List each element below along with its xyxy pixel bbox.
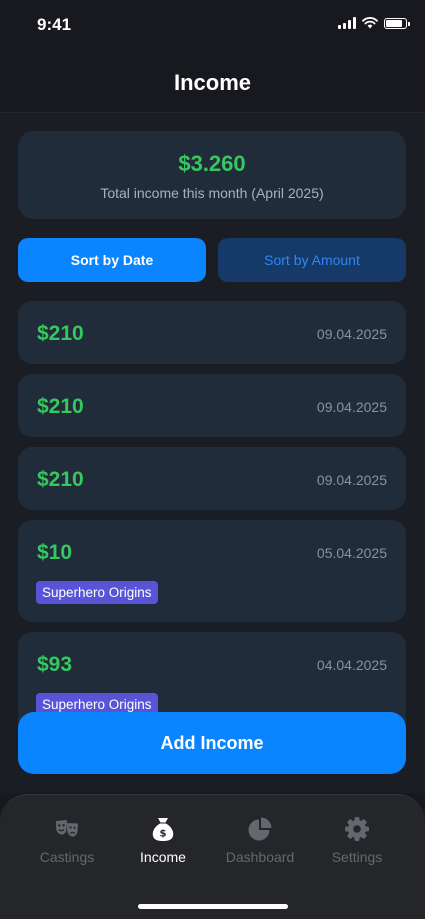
pie-chart-icon [248, 817, 272, 841]
theater-masks-icon [56, 820, 78, 837]
total-income-amount: $3.260 [178, 151, 246, 176]
monthly-summary-card: $3.260 Total income this month (April 20… [18, 131, 406, 219]
sort-controls: Sort by Date Sort by Amount [18, 238, 406, 282]
income-list-item[interactable]: $10 05.04.2025 Superhero Origins [18, 520, 406, 622]
income-amount: $210 [37, 395, 84, 418]
status-time: 9:41 [37, 15, 72, 34]
casting-tag: Superhero Origins [36, 581, 158, 604]
tab-label: Castings [39, 849, 95, 865]
status-icons [338, 17, 410, 29]
nav-header: Income [0, 52, 425, 113]
svg-text:$: $ [160, 829, 167, 840]
page-title: Income [173, 70, 252, 95]
income-list-item[interactable]: $210 09.04.2025 [18, 447, 406, 510]
income-date: 04.04.2025 [316, 657, 387, 673]
add-income-button[interactable]: Add Income [18, 712, 406, 774]
income-amount: $10 [37, 541, 73, 564]
tab-label: Income [140, 849, 186, 865]
income-list: $210 09.04.2025 $210 09.04.2025 $210 09.… [18, 301, 406, 744]
tab-label: Settings [331, 849, 383, 865]
tab-dashboard[interactable]: Dashboard [210, 815, 310, 865]
sort-by-date-button[interactable]: Sort by Date [18, 238, 206, 282]
status-bar: 9:41 [0, 0, 425, 52]
income-date: 09.04.2025 [316, 472, 387, 488]
gear-icon [345, 817, 369, 841]
money-bag-icon: $ [152, 818, 174, 841]
tab-label: Dashboard [225, 849, 295, 865]
sort-by-amount-button[interactable]: Sort by Amount [218, 238, 406, 282]
income-amount: $210 [37, 468, 84, 491]
income-content[interactable]: $3.260 Total income this month (April 20… [0, 113, 425, 793]
wifi-icon [362, 17, 378, 29]
income-date: 09.04.2025 [316, 399, 387, 415]
income-date: 05.04.2025 [316, 545, 387, 561]
tab-bar: Castings $ Income Dashboard Settings [0, 794, 425, 919]
income-date: 09.04.2025 [316, 326, 387, 342]
total-income-caption: Total income this month (April 2025) [100, 185, 324, 201]
tab-settings[interactable]: Settings [307, 815, 407, 865]
income-list-item[interactable]: $210 09.04.2025 [18, 301, 406, 364]
tab-income[interactable]: $ Income [113, 815, 213, 865]
income-amount: $93 [37, 653, 73, 676]
cellular-signal-icon [338, 17, 356, 29]
home-indicator[interactable] [138, 904, 288, 909]
battery-icon [384, 17, 410, 29]
income-list-item[interactable]: $210 09.04.2025 [18, 374, 406, 437]
tab-castings[interactable]: Castings [17, 815, 117, 865]
income-amount: $210 [37, 322, 84, 345]
